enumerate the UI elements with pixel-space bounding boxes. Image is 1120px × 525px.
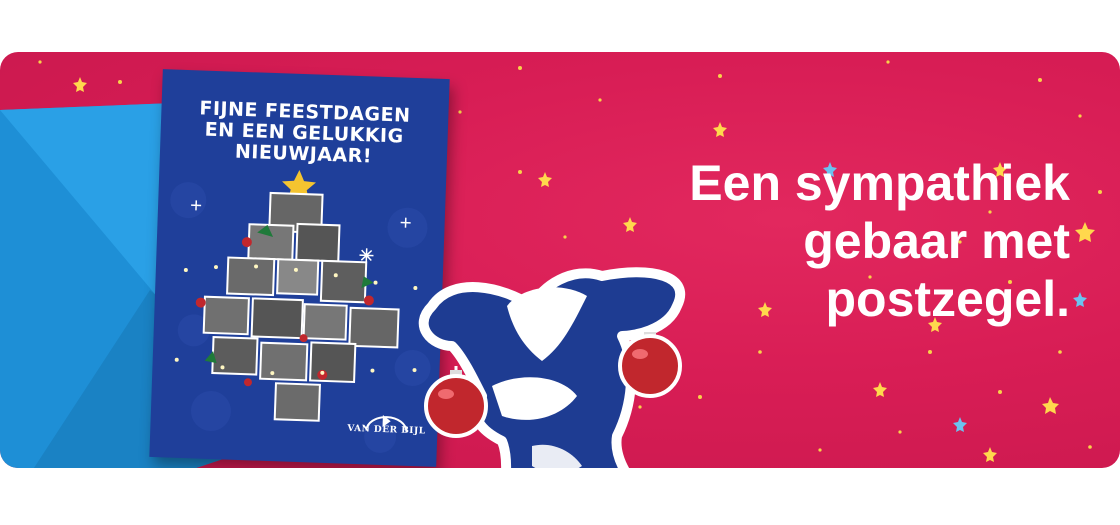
greeting-card: FIJNE FEESTDAGEN EN EEN GELUKKIG NIEUWJA… [149, 69, 450, 467]
cow-illustration [418, 267, 686, 468]
promo-banner-stage: FIJNE FEESTDAGEN EN EEN GELUKKIG NIEUWJA… [0, 0, 1120, 525]
promo-banner: FIJNE FEESTDAGEN EN EEN GELUKKIG NIEUWJA… [0, 52, 1120, 468]
